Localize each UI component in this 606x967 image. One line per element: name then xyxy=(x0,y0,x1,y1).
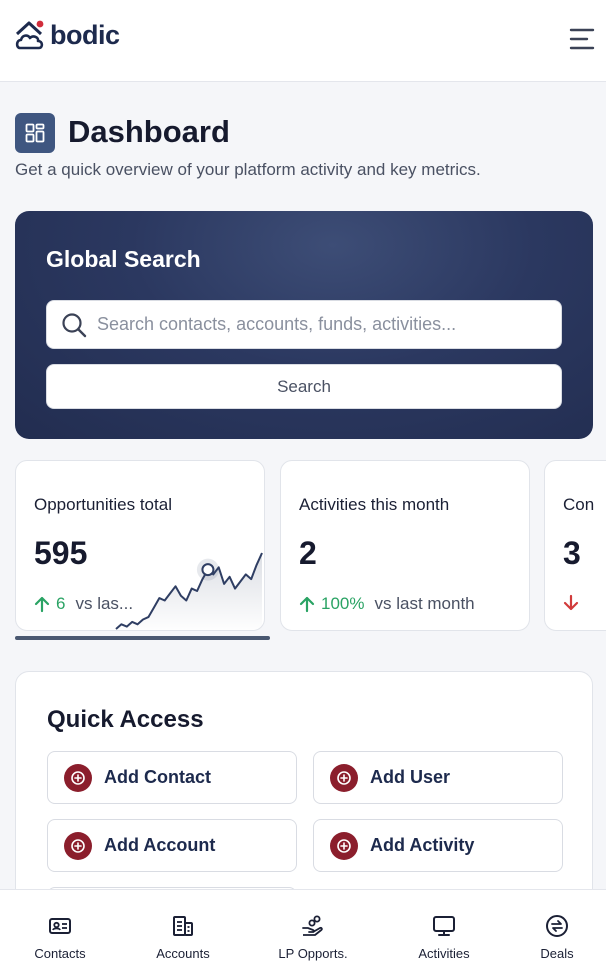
metric-delta-note: vs las... xyxy=(75,594,134,613)
logo-icon xyxy=(15,20,44,50)
add-activity-label: Add Activity xyxy=(370,835,475,855)
arrow-up-icon xyxy=(299,596,315,613)
contact-card-icon xyxy=(49,918,71,934)
metric-card-opportunities[interactable]: Opportunities total 595 6 vs las... xyxy=(15,460,265,631)
nav-item-lp-opportunities[interactable]: LP Opports. xyxy=(263,890,363,967)
metric-label: Activities this month xyxy=(299,495,450,514)
plus-circle-icon xyxy=(64,763,92,792)
add-activity-button[interactable]: Add Activity xyxy=(313,819,563,872)
metric-delta xyxy=(563,594,579,612)
plus-circle-icon xyxy=(64,831,92,860)
nav-label-lp-opportunities: LP Opports. xyxy=(278,946,348,961)
page-subtitle: Get a quick overview of your platform ac… xyxy=(15,160,481,179)
plus-circle-icon xyxy=(330,831,358,860)
sparkline-hover-point[interactable] xyxy=(201,563,215,577)
metric-delta-value: 6 xyxy=(56,594,66,613)
nav-item-activities[interactable]: Activities xyxy=(404,890,484,967)
nav-item-accounts[interactable]: Accounts xyxy=(143,890,223,967)
metric-delta-value: 100% xyxy=(321,594,365,613)
search-icon xyxy=(62,313,87,338)
logo-text: bodic xyxy=(50,19,120,50)
metric-delta-note: vs last month xyxy=(374,594,475,613)
opportunities-sparkline xyxy=(115,552,263,630)
metric-value: 3 xyxy=(563,535,581,571)
metric-card-contacts[interactable]: Con 3 xyxy=(544,460,606,631)
nav-label-accounts: Accounts xyxy=(156,946,210,961)
carousel-active-indicator xyxy=(15,636,270,640)
search-field[interactable] xyxy=(46,300,562,349)
hamburger-menu-icon[interactable] xyxy=(569,27,595,51)
nav-label-contacts: Contacts xyxy=(34,946,86,961)
metric-value: 595 xyxy=(34,535,88,571)
metric-label: Con xyxy=(563,495,595,514)
add-account-label: Add Account xyxy=(104,835,216,855)
global-search-card: Global Search Search xyxy=(15,211,593,439)
dashboard-grid-icon xyxy=(15,113,55,153)
metric-card-activities[interactable]: Activities this month 2 100% vs last mon… xyxy=(280,460,530,631)
arrow-up-icon xyxy=(34,596,50,613)
page-title: Dashboard xyxy=(68,114,230,149)
top-bar: bodic xyxy=(0,0,606,82)
metrics-carousel[interactable]: Opportunities total 595 6 vs las... Acti… xyxy=(15,460,606,642)
plus-circle-icon xyxy=(330,763,358,792)
nav-item-deals[interactable]: Deals xyxy=(527,890,587,967)
quick-access-title: Quick Access xyxy=(47,706,204,733)
add-user-label: Add User xyxy=(370,767,451,787)
metric-delta: 100% vs last month xyxy=(299,594,475,614)
bottom-navigation: Contacts Accounts LP Opports. Activities… xyxy=(0,889,606,967)
add-user-button[interactable]: Add User xyxy=(313,751,563,804)
app-logo[interactable]: bodic xyxy=(14,18,120,52)
exchange-circle-icon xyxy=(546,915,568,937)
metric-label: Opportunities total xyxy=(34,495,172,514)
nav-label-activities: Activities xyxy=(418,946,470,961)
nav-item-contacts[interactable]: Contacts xyxy=(20,890,100,967)
search-input[interactable] xyxy=(97,301,555,348)
metric-value: 2 xyxy=(299,535,317,571)
nav-label-deals: Deals xyxy=(540,946,574,961)
arrow-down-icon xyxy=(563,594,579,611)
add-account-button[interactable]: Add Account xyxy=(47,819,297,872)
metric-delta: 6 vs las... xyxy=(34,594,133,614)
add-contact-button[interactable]: Add Contact xyxy=(47,751,297,804)
building-icon xyxy=(173,916,193,936)
monitor-icon xyxy=(433,916,455,936)
sparkline-area xyxy=(116,553,262,630)
search-button[interactable]: Search xyxy=(46,364,562,409)
add-contact-label: Add Contact xyxy=(104,767,211,787)
hand-coins-icon xyxy=(302,915,323,936)
global-search-title: Global Search xyxy=(46,246,201,272)
